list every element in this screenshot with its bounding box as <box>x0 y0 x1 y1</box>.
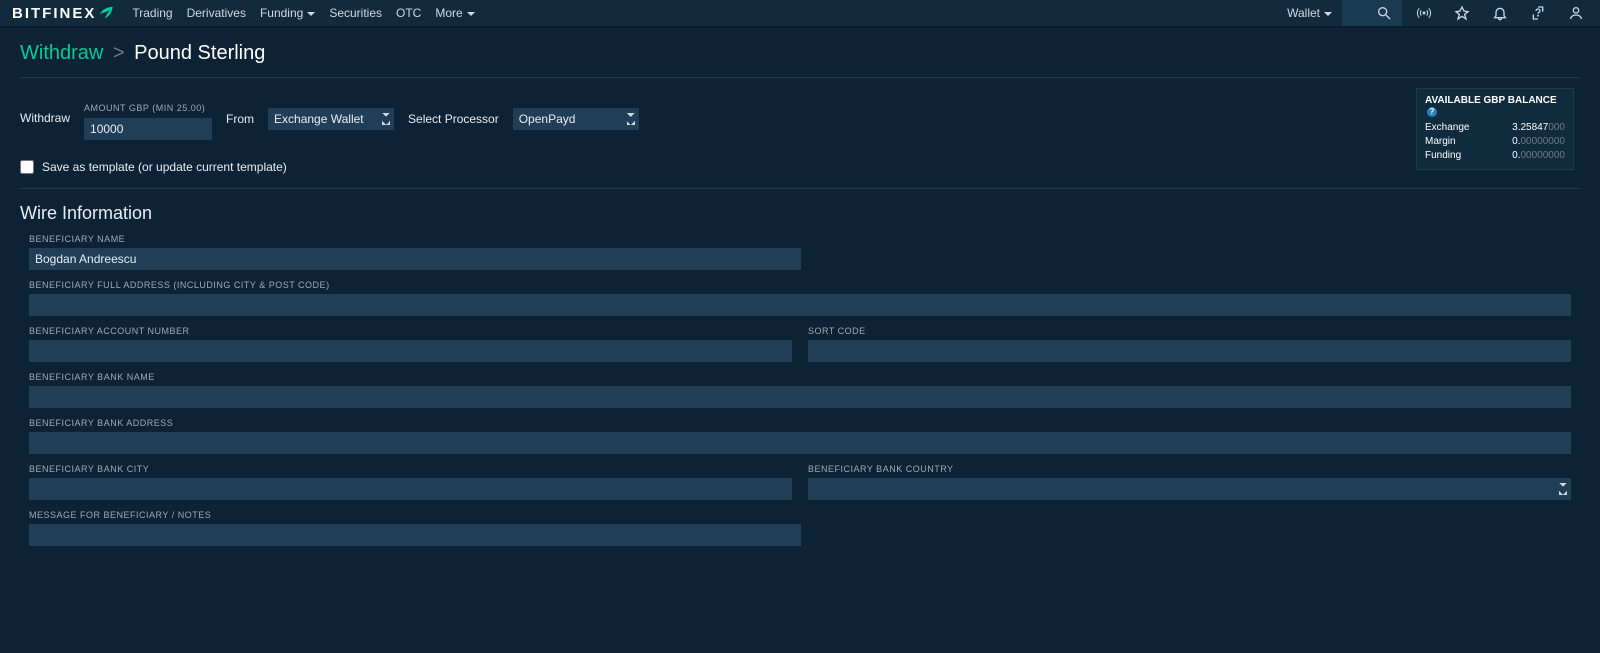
balance-exchange-value: 3.25847 <box>1512 122 1548 133</box>
main-nav: Trading Derivatives Funding Securities O… <box>132 6 474 20</box>
nav-funding[interactable]: Funding <box>260 6 315 20</box>
wallet-menu[interactable]: Wallet <box>1287 6 1332 20</box>
info-icon[interactable]: ? <box>1427 107 1437 117</box>
balance-funding-trail: 00000000 <box>1521 150 1566 161</box>
nav-derivatives[interactable]: Derivatives <box>187 6 246 20</box>
balance-funding-value: 0. <box>1512 150 1520 161</box>
bank-country-select[interactable] <box>808 478 1571 500</box>
bank-country-label: BENEFICIARY BANK COUNTRY <box>808 464 1571 474</box>
notifications-icon[interactable] <box>1484 0 1516 26</box>
processor-label: Select Processor <box>408 112 499 126</box>
balance-title: AVAILABLE GBP BALANCE <box>1425 95 1557 106</box>
balance-exchange-label: Exchange <box>1425 121 1469 135</box>
withdraw-label: Withdraw <box>20 111 70 125</box>
nav-otc[interactable]: OTC <box>396 6 421 20</box>
ben-acct-input[interactable] <box>29 340 792 362</box>
amount-input[interactable] <box>84 118 212 140</box>
nav-securities[interactable]: Securities <box>329 6 382 20</box>
signal-icon[interactable] <box>1408 0 1440 26</box>
sort-code-label: SORT CODE <box>808 326 1571 336</box>
ben-name-input[interactable] <box>29 248 801 270</box>
save-template-label: Save as template (or update current temp… <box>42 160 287 174</box>
bank-city-label: BENEFICIARY BANK CITY <box>29 464 792 474</box>
nav-trading[interactable]: Trading <box>132 6 172 20</box>
help-icon[interactable] <box>1522 0 1554 26</box>
logo-text: BITFINEX <box>12 5 96 22</box>
header-right: Wallet <box>1287 0 1592 26</box>
notes-label: MESSAGE FOR BENEFICIARY / NOTES <box>29 510 801 520</box>
nav-more[interactable]: More <box>435 6 474 20</box>
page-title: Pound Sterling <box>134 42 265 64</box>
logo[interactable]: BITFINEX <box>12 5 114 22</box>
tour-icon[interactable] <box>1446 0 1478 26</box>
balance-margin-trail: 00000000 <box>1521 136 1566 147</box>
ben-acct-label: BENEFICIARY ACCOUNT NUMBER <box>29 326 792 336</box>
account-icon[interactable] <box>1560 0 1592 26</box>
available-balance: AVAILABLE GBP BALANCE ? Exchange 3.25847… <box>1416 88 1574 170</box>
ben-addr-label: BENEFICIARY FULL ADDRESS (INCLUDING CITY… <box>29 280 1571 290</box>
balance-funding-label: Funding <box>1425 149 1461 163</box>
wire-info-title: Wire Information <box>20 203 1580 224</box>
ben-addr-input[interactable] <box>29 294 1571 316</box>
leaf-icon <box>98 5 114 21</box>
ben-name-label: BENEFICIARY NAME <box>29 234 801 244</box>
search-icon[interactable] <box>1342 0 1402 26</box>
bank-city-input[interactable] <box>29 478 792 500</box>
balance-exchange-trail: 000 <box>1548 122 1565 133</box>
amount-label: AMOUNT GBP (MIN 25.00) <box>84 103 205 113</box>
from-select[interactable]: Exchange Wallet <box>268 108 394 130</box>
bank-addr-label: BENEFICIARY BANK ADDRESS <box>29 418 1571 428</box>
bank-name-label: BENEFICIARY BANK NAME <box>29 372 1571 382</box>
breadcrumb-withdraw[interactable]: Withdraw <box>20 42 103 64</box>
processor-select[interactable]: OpenPayd <box>513 108 639 130</box>
sort-code-input[interactable] <box>808 340 1571 362</box>
from-label: From <box>226 112 254 126</box>
breadcrumb: Withdraw > Pound Sterling <box>0 28 1600 69</box>
balance-margin-label: Margin <box>1425 135 1456 149</box>
breadcrumb-separator: > <box>113 42 125 64</box>
save-template-checkbox[interactable] <box>20 160 34 174</box>
top-header: BITFINEX Trading Derivatives Funding Sec… <box>0 0 1600 26</box>
notes-input[interactable] <box>29 524 801 546</box>
balance-margin-value: 0. <box>1512 136 1520 147</box>
bank-name-input[interactable] <box>29 386 1571 408</box>
bank-addr-input[interactable] <box>29 432 1571 454</box>
